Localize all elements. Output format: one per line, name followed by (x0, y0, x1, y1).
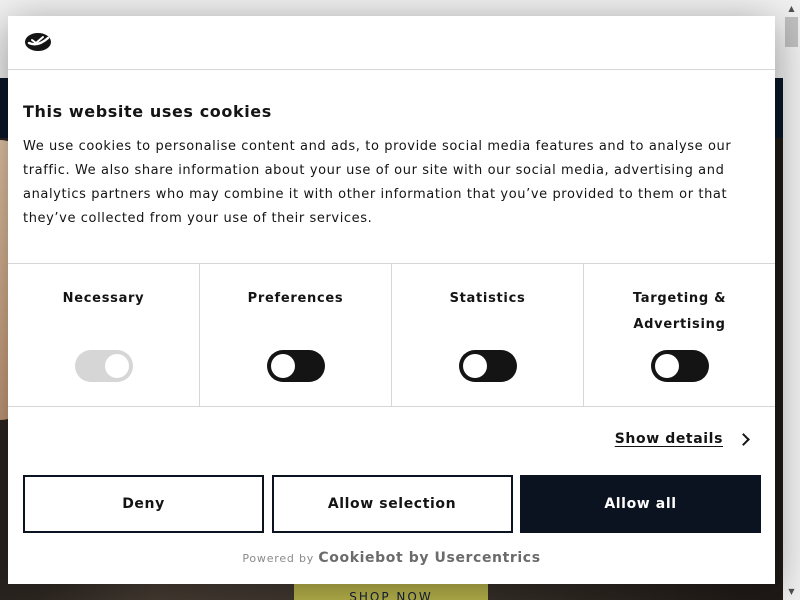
dialog-description: We use cookies to personalise content an… (23, 139, 732, 226)
allow-all-button[interactable]: Allow all (520, 475, 761, 533)
scroll-thumb[interactable] (785, 17, 798, 47)
toggle-label: Targeting & Advertising (632, 291, 727, 332)
show-details-link[interactable]: Show details (615, 431, 750, 447)
targeting-advertising-switch[interactable] (650, 350, 709, 382)
cookiebot-brand-link[interactable]: Cookiebot by Usercentrics (318, 550, 540, 566)
dialog-header (8, 16, 775, 70)
toggle-necessary: Necessary (8, 264, 200, 406)
cookiebot-logo-icon (23, 30, 53, 54)
switch-knob (104, 354, 129, 378)
scroll-up-arrow-icon[interactable]: ▲ (783, 0, 800, 17)
show-details-label[interactable]: Show details (615, 431, 723, 447)
deny-button[interactable]: Deny (23, 475, 264, 533)
necessary-switch (74, 350, 133, 382)
switch-knob (462, 354, 487, 378)
toggle-label: Preferences (247, 291, 344, 306)
statistics-switch[interactable] (458, 350, 517, 382)
toggle-statistics: Statistics (392, 264, 584, 406)
cookie-consent-dialog: This website uses cookies We use cookies… (8, 16, 775, 584)
consent-toggles: Necessary Preferences Statistics Targeti… (8, 263, 775, 407)
switch-knob (654, 354, 679, 378)
toggle-preferences: Preferences (200, 264, 392, 406)
shop-now-button[interactable]: SHOP NOW (294, 583, 488, 600)
toggle-targeting-advertising: Targeting & Advertising (584, 264, 775, 406)
scroll-down-arrow-icon[interactable]: ▼ (783, 583, 800, 600)
dialog-title: This website uses cookies (23, 102, 272, 121)
powered-by-text: Powered by (242, 552, 315, 565)
allow-selection-button[interactable]: Allow selection (271, 475, 513, 533)
chevron-right-icon[interactable] (737, 432, 750, 446)
switch-knob (270, 354, 295, 378)
preferences-switch[interactable] (266, 350, 325, 382)
powered-by-footer: Powered by Cookiebot by Usercentrics (8, 550, 775, 566)
page: SHOP NOW ▲ ▼ This website uses cookies W… (0, 0, 800, 600)
toggle-label: Necessary (62, 291, 145, 306)
page-scrollbar[interactable]: ▲ ▼ (783, 0, 800, 600)
consent-buttons: Deny Allow selection Allow all (23, 475, 761, 533)
toggle-label: Statistics (449, 291, 526, 306)
